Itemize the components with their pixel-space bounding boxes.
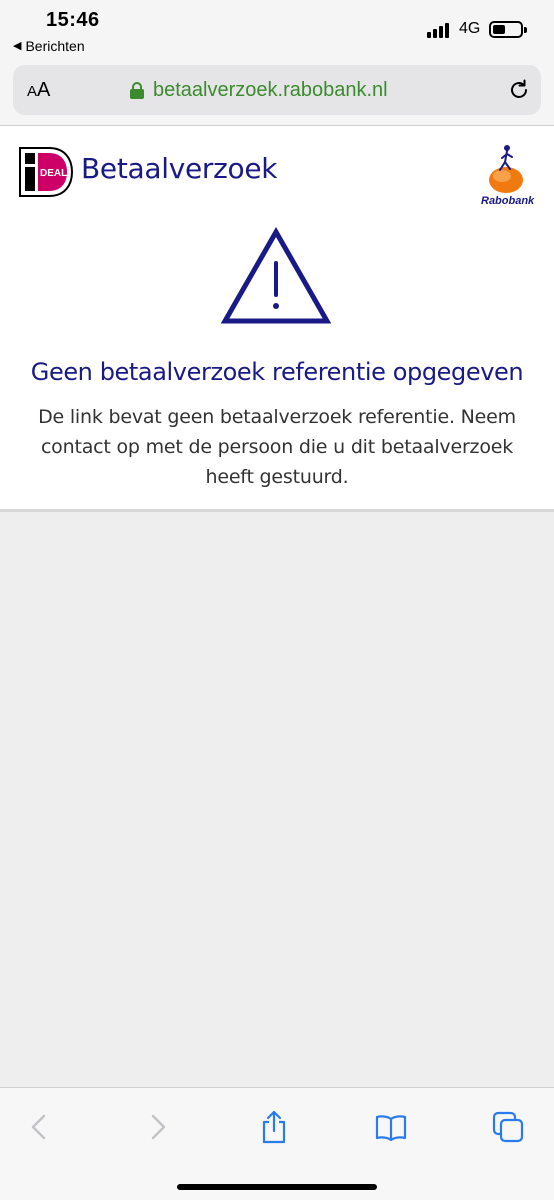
bookmarks-button[interactable]	[374, 1110, 408, 1144]
forward-arrow-icon	[151, 1114, 166, 1140]
back-arrow-icon	[31, 1114, 46, 1140]
reload-icon[interactable]	[507, 78, 531, 102]
bookmarks-icon	[375, 1115, 407, 1142]
url-text[interactable]: betaalverzoek.rabobank.nl	[153, 79, 388, 102]
share-button[interactable]	[257, 1110, 291, 1144]
network-type: 4G	[459, 20, 481, 37]
home-indicator[interactable]	[177, 1184, 377, 1190]
tabs-icon	[492, 1111, 524, 1143]
back-triangle-icon: ◀	[13, 39, 22, 52]
lock-icon	[130, 82, 144, 99]
page-header: DEAL Betaalverzoek Rabobank	[0, 127, 554, 217]
address-bar[interactable]: AA betaalverzoek.rabobank.nl	[13, 65, 541, 115]
empty-page-area	[0, 512, 554, 1087]
status-bar: 15:46 ◀ Berichten 4G	[0, 0, 554, 60]
page-title: Betaalverzoek	[81, 152, 278, 185]
error-message: De link bevat geen betaalverzoek referen…	[38, 406, 516, 488]
status-time: 15:46	[46, 9, 100, 31]
rabobank-name: Rabobank	[481, 195, 535, 207]
text-size-button[interactable]: AA	[27, 79, 50, 102]
back-button[interactable]	[23, 1110, 57, 1144]
forward-button[interactable]	[140, 1110, 174, 1144]
warning-icon	[221, 227, 331, 324]
address-bar-area: AA betaalverzoek.rabobank.nl	[0, 60, 554, 126]
browser-toolbar	[0, 1087, 554, 1200]
cellular-signal-icon	[427, 22, 453, 38]
ideal-logo: DEAL	[19, 147, 73, 197]
back-to-app-button[interactable]: ◀ Berichten	[13, 38, 85, 54]
error-title: Geen betaalverzoek referentie opgegeven	[30, 358, 524, 386]
share-icon	[262, 1110, 286, 1144]
back-app-label: Berichten	[25, 38, 85, 54]
battery-icon	[489, 21, 527, 38]
svg-text:DEAL: DEAL	[40, 168, 67, 179]
tabs-button[interactable]	[491, 1110, 525, 1144]
